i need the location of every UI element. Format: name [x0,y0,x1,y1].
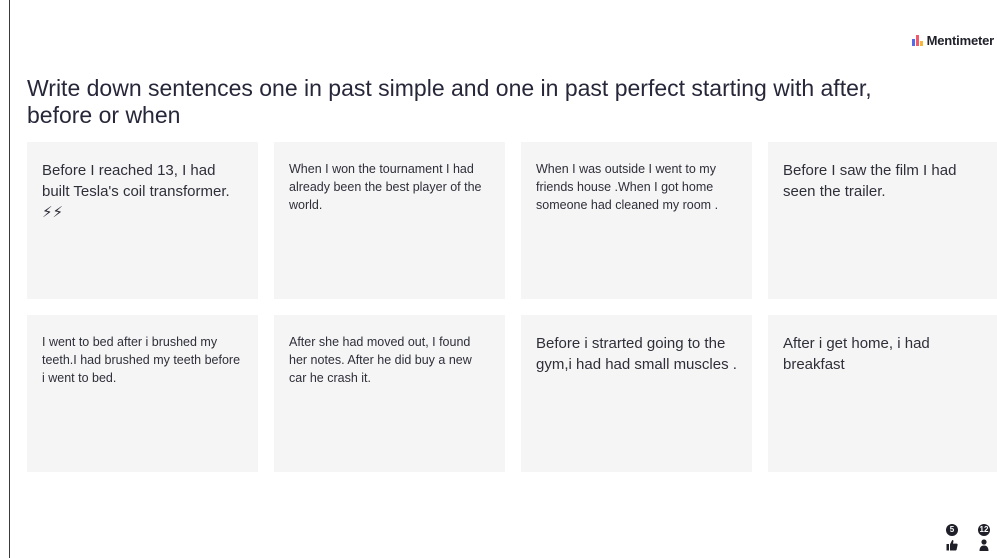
brand-name: Mentimeter [926,33,995,48]
response-card: When I won the tournament I had already … [274,142,505,299]
participants-stat: 12 [976,524,992,554]
response-text: After she had moved out, I found her not… [289,335,472,385]
response-text: When I was outside I went to my friends … [536,162,719,212]
question-title: Write down sentences one in past simple … [27,75,872,128]
response-card: Before i strarted going to the gym,i had… [521,315,752,472]
response-text: After i get home, i had breakfast [783,335,930,373]
responses-grid: Before I reached 13, I had built Tesla's… [27,142,997,472]
response-text: Before I reached 13, I had built Tesla's… [42,162,230,221]
response-text: I went to bed after i brushed my teeth.I… [42,335,241,385]
response-text: Before I saw the film I had seen the tra… [783,162,957,200]
participants-count: 12 [978,524,990,536]
response-card: After she had moved out, I found her not… [274,315,505,472]
reactions-count: 5 [946,524,958,536]
response-card: When I was outside I went to my friends … [521,142,752,299]
response-card: Before I saw the film I had seen the tra… [768,142,997,299]
reactions-stat: 5 [944,524,960,554]
response-text: Before i strarted going to the gym,i had… [536,335,737,373]
person-icon [979,539,989,551]
response-card: After i get home, i had breakfast [768,315,997,472]
footer-stats: 5 12 [944,524,992,554]
mentimeter-logo-icon [911,35,923,46]
thumbs-up-icon [946,540,958,551]
brand-logo: Mentimeter [911,33,995,48]
response-card: I went to bed after i brushed my teeth.I… [27,315,258,472]
left-divider [9,0,10,558]
response-card: Before I reached 13, I had built Tesla's… [27,142,258,299]
response-text: When I won the tournament I had already … [289,162,482,212]
